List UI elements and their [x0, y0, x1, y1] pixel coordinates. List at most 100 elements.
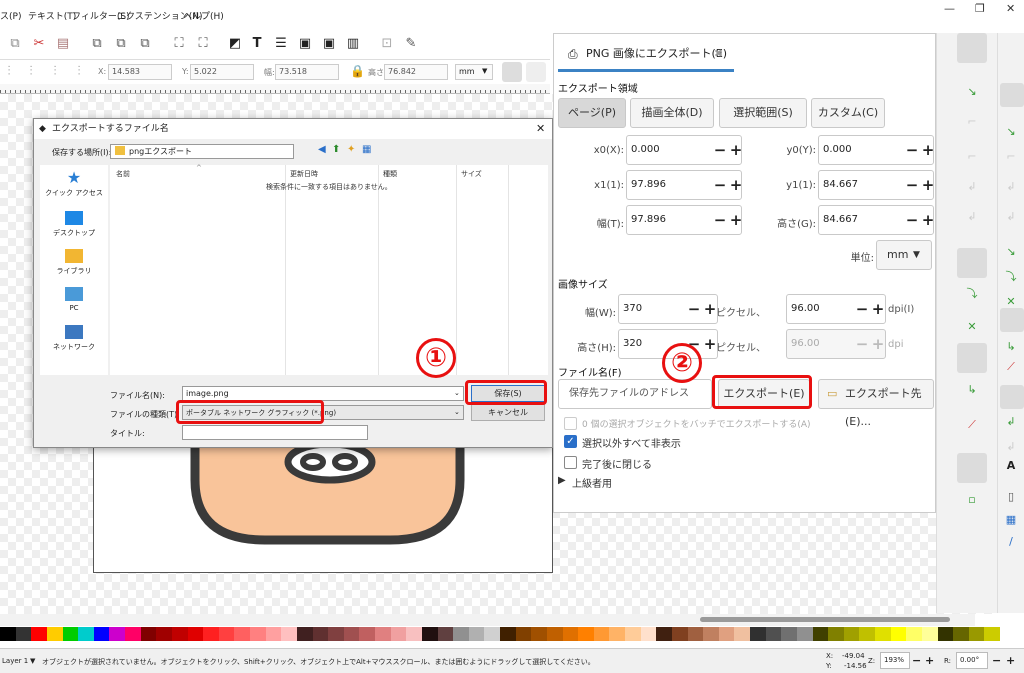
palette-swatch[interactable] — [359, 627, 375, 641]
palette-swatch[interactable] — [796, 627, 813, 641]
palette-swatch[interactable] — [453, 627, 469, 641]
palette-swatch[interactable] — [78, 627, 94, 641]
snap-line-icon[interactable]: ⟋ — [963, 416, 981, 434]
area-drawing-button[interactable]: 描画全体(D) — [630, 98, 714, 128]
palette-swatch[interactable] — [718, 627, 735, 641]
file-list[interactable]: 名前 ^ 更新日時 種類 サイズ 検索条件に一致する項目はありません。 — [110, 164, 548, 375]
palette-swatch[interactable] — [765, 627, 782, 641]
palette-swatch[interactable] — [343, 627, 360, 641]
document-icon[interactable]: ▯ — [1002, 488, 1020, 506]
x0-plus-button[interactable]: + — [720, 136, 752, 164]
palette-swatch[interactable] — [234, 627, 250, 641]
text-font-icon[interactable]: A — [1002, 457, 1020, 475]
place-network[interactable]: ネットワーク — [40, 325, 108, 352]
palette-swatch[interactable] — [109, 627, 125, 641]
snap-others-button[interactable] — [957, 453, 987, 483]
palette-swatch[interactable] — [578, 627, 594, 641]
palette-swatch[interactable] — [593, 627, 610, 641]
snap-midpoint-icon[interactable]: ↳ — [1002, 338, 1020, 356]
snap-midpoint-icon[interactable]: ↲ — [963, 178, 981, 196]
layer-select[interactable]: Layer 1 — [2, 657, 28, 665]
palette-swatch[interactable] — [421, 627, 438, 641]
location-select[interactable]: pngエクスポート — [110, 144, 294, 159]
menu-item-text[interactable]: テキスト(T) — [28, 9, 76, 22]
palette-swatch[interactable] — [31, 627, 47, 641]
menu-item-help[interactable]: ヘルプ(H) — [183, 9, 224, 22]
transform-stroke-icon[interactable] — [502, 62, 522, 82]
column-size[interactable]: サイズ — [461, 169, 482, 179]
preferences-icon[interactable]: ✎ — [404, 37, 418, 51]
palette-swatch[interactable] — [921, 627, 938, 641]
snap-global-button[interactable] — [1000, 83, 1024, 107]
menu-item-path[interactable]: ス(P) — [0, 9, 21, 22]
ungroup-icon[interactable]: ⛶ — [196, 37, 210, 51]
align-icon[interactable]: ▥ — [346, 37, 360, 51]
palette-swatch[interactable] — [953, 627, 969, 641]
snap-page-icon[interactable]: ▫ — [963, 491, 981, 509]
batch-export-checkbox[interactable] — [564, 417, 577, 430]
place-desktop[interactable]: デスクトップ — [40, 211, 108, 238]
w-field[interactable]: 73.518 — [275, 64, 339, 80]
area-custom-button[interactable]: カスタム(C) — [811, 98, 885, 128]
snap-smooth-button[interactable] — [957, 343, 987, 373]
group-icon[interactable]: ⛶ — [172, 37, 186, 51]
snap-nodes-icon[interactable]: ↘ — [1002, 243, 1020, 261]
snap-center-icon[interactable]: ↲ — [1002, 208, 1020, 226]
objects-icon[interactable]: ▣ — [322, 37, 336, 51]
palette-swatch[interactable] — [156, 627, 172, 641]
palette-swatch[interactable] — [406, 627, 422, 641]
palette-swatch[interactable] — [125, 627, 141, 641]
paste-icon[interactable]: ▤ — [56, 37, 70, 51]
palette-swatch[interactable] — [781, 627, 797, 641]
palette-swatch[interactable] — [203, 627, 219, 641]
align-right-icon[interactable]: ⫶ — [48, 65, 62, 79]
scrollbar-thumb[interactable] — [700, 617, 950, 622]
palette-swatch[interactable] — [890, 627, 907, 641]
transform-corners-icon[interactable] — [526, 62, 546, 82]
snap-midpoint-path-icon[interactable]: ↳ — [963, 381, 981, 399]
align-center-icon[interactable]: ⫶ — [24, 65, 38, 79]
palette-swatch[interactable] — [296, 627, 313, 641]
x-field[interactable]: 14.583 — [108, 64, 172, 80]
column-type[interactable]: 種類 — [383, 169, 397, 179]
xml-editor-icon[interactable]: ▣ — [298, 37, 312, 51]
palette-swatch[interactable] — [984, 627, 1000, 641]
unlink-clone-icon[interactable]: ⧉ — [138, 37, 152, 51]
palette-swatch[interactable] — [46, 627, 63, 641]
snap-grid-icon[interactable]: ↲ — [1002, 438, 1020, 456]
tab-export-png[interactable]: ⎙ PNG 画像にエクスポート(E) ✖ — [558, 38, 734, 72]
unit-select[interactable]: mm ▼ — [876, 240, 932, 270]
snap-path-icon[interactable]: ⤵ — [963, 285, 981, 303]
palette-swatch[interactable] — [140, 627, 157, 641]
y-field[interactable]: 5.022 — [190, 64, 254, 80]
palette-swatch[interactable] — [531, 627, 547, 641]
x1-plus-button[interactable]: + — [720, 171, 752, 199]
snap-edge-icon[interactable]: ⌐ — [963, 113, 981, 131]
palette-swatch[interactable] — [812, 627, 829, 641]
close-tab-icon[interactable]: ✖ — [714, 38, 723, 70]
palette-swatch[interactable] — [828, 627, 844, 641]
palette-swatch[interactable] — [859, 627, 875, 641]
align-left-icon[interactable]: ⫶ — [2, 65, 16, 79]
horizontal-ruler[interactable] — [0, 84, 550, 94]
cut-icon[interactable]: ✂ — [32, 37, 46, 51]
snap-page-icon[interactable]: ↲ — [1002, 413, 1020, 431]
duplicate-icon[interactable]: ⧉ — [90, 37, 104, 51]
palette-swatch[interactable] — [437, 627, 454, 641]
palette-swatch[interactable] — [15, 627, 32, 641]
export-filename-input[interactable]: 保存先ファイルのアドレス — [558, 379, 712, 409]
lock-icon[interactable]: 🔒 — [350, 64, 365, 78]
palette-swatch[interactable] — [312, 627, 329, 641]
palette-swatch[interactable] — [656, 627, 672, 641]
rotate-field[interactable]: 0.00° — [956, 652, 988, 669]
palette-swatch[interactable] — [0, 627, 16, 641]
place-pc[interactable]: PC — [40, 287, 108, 312]
palette-swatch[interactable] — [843, 627, 860, 641]
palette-swatch[interactable] — [734, 627, 750, 641]
palette-swatch[interactable] — [609, 627, 625, 641]
place-library[interactable]: ライブラリ — [40, 249, 108, 276]
snap-smooth-button[interactable] — [1000, 308, 1024, 332]
align-top-icon[interactable]: ⫶ — [72, 65, 86, 79]
doc-title-input[interactable] — [182, 425, 368, 440]
palette-swatch[interactable] — [687, 627, 704, 641]
